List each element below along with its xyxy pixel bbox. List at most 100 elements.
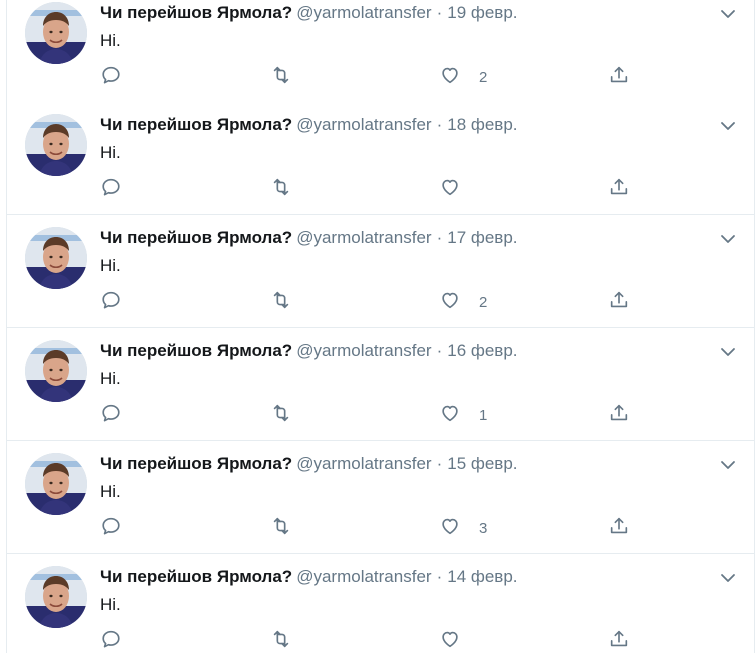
reply-button[interactable] bbox=[100, 290, 122, 314]
retweet-button[interactable] bbox=[270, 290, 292, 314]
share-icon bbox=[608, 515, 630, 542]
like-count: 1 bbox=[479, 406, 488, 424]
retweet-button[interactable] bbox=[270, 65, 292, 89]
tweet-header: Чи перейшов Ярмола? @yarmolatransfer · 16 ф… bbox=[100, 340, 518, 362]
chevron-down-icon[interactable] bbox=[720, 570, 736, 582]
reply-button[interactable] bbox=[100, 403, 122, 427]
timestamp[interactable]: 16 февр. bbox=[447, 341, 517, 360]
tweet[interactable]: Чи перейшов Ярмола? @yarmolatransfer · 18 ф… bbox=[7, 102, 754, 215]
reply-icon bbox=[100, 402, 122, 429]
reply-button[interactable] bbox=[100, 65, 122, 89]
separator: · bbox=[436, 567, 443, 586]
tweet-text: Hi. bbox=[100, 256, 121, 275]
separator: · bbox=[436, 454, 443, 473]
retweet-icon bbox=[270, 402, 292, 429]
like-button[interactable] bbox=[439, 177, 479, 201]
like-button[interactable]: 2 bbox=[439, 290, 487, 314]
avatar[interactable] bbox=[25, 453, 87, 515]
avatar[interactable] bbox=[25, 2, 87, 64]
retweet-icon bbox=[270, 64, 292, 91]
share-icon bbox=[608, 176, 630, 203]
retweet-button[interactable] bbox=[270, 177, 292, 201]
display-name[interactable]: Чи перейшов Ярмола? bbox=[100, 341, 292, 360]
handle[interactable]: @yarmolatransfer bbox=[296, 115, 431, 134]
tweet[interactable]: Чи перейшов Ярмола? @yarmolatransfer · 16 ф… bbox=[7, 328, 754, 441]
avatar[interactable] bbox=[25, 340, 87, 402]
tweet-actions bbox=[100, 177, 700, 201]
handle[interactable]: @yarmolatransfer bbox=[296, 228, 431, 247]
retweet-button[interactable] bbox=[270, 403, 292, 427]
retweet-icon bbox=[270, 176, 292, 203]
retweet-icon bbox=[270, 628, 292, 653]
handle[interactable]: @yarmolatransfer bbox=[296, 341, 431, 360]
timestamp[interactable]: 19 февр. bbox=[447, 3, 517, 22]
chevron-down-icon[interactable] bbox=[720, 457, 736, 469]
tweet[interactable]: Чи перейшов Ярмола? @yarmolatransfer · 17 ф… bbox=[7, 215, 754, 328]
like-button[interactable]: 1 bbox=[439, 403, 487, 427]
share-icon bbox=[608, 289, 630, 316]
chevron-down-icon[interactable] bbox=[720, 118, 736, 130]
tweet[interactable]: Чи перейшов Ярмола? @yarmolatransfer · 14 ф… bbox=[7, 554, 754, 653]
like-count: 2 bbox=[479, 68, 488, 86]
separator: · bbox=[436, 341, 443, 360]
display-name[interactable]: Чи перейшов Ярмола? bbox=[100, 567, 292, 586]
timestamp[interactable]: 17 февр. bbox=[447, 228, 517, 247]
tweet-actions: 2 bbox=[100, 290, 700, 314]
reply-button[interactable] bbox=[100, 629, 122, 653]
retweet-button[interactable] bbox=[270, 629, 292, 653]
timestamp[interactable]: 18 февр. bbox=[447, 115, 517, 134]
chevron-down-icon[interactable] bbox=[720, 344, 736, 356]
tweet-actions: 3 bbox=[100, 516, 700, 540]
heart-icon bbox=[439, 402, 461, 429]
reply-button[interactable] bbox=[100, 177, 122, 201]
tweet-header: Чи перейшов Ярмола? @yarmolatransfer · 17 ф… bbox=[100, 227, 518, 249]
avatar[interactable] bbox=[25, 114, 87, 176]
like-count: 2 bbox=[479, 293, 488, 311]
timestamp[interactable]: 14 февр. bbox=[447, 567, 517, 586]
like-button[interactable]: 3 bbox=[439, 516, 487, 540]
tweet-text: Hi. bbox=[100, 482, 121, 501]
retweet-button[interactable] bbox=[270, 516, 292, 540]
tweet-actions: 2 bbox=[100, 65, 700, 89]
share-icon bbox=[608, 628, 630, 653]
tweet-header: Чи перейшов Ярмола? @yarmolatransfer · 15 ф… bbox=[100, 453, 518, 475]
reply-icon bbox=[100, 176, 122, 203]
heart-icon bbox=[439, 64, 461, 91]
like-button[interactable] bbox=[439, 629, 479, 653]
display-name[interactable]: Чи перейшов Ярмола? bbox=[100, 3, 292, 22]
share-button[interactable] bbox=[608, 177, 630, 201]
timeline: Чи перейшов Ярмола? @yarmolatransfer · 19 ф… bbox=[6, 0, 755, 653]
share-button[interactable] bbox=[608, 290, 630, 314]
separator: · bbox=[436, 115, 443, 134]
share-button[interactable] bbox=[608, 629, 630, 653]
avatar[interactable] bbox=[25, 227, 87, 289]
display-name[interactable]: Чи перейшов Ярмола? bbox=[100, 115, 292, 134]
retweet-icon bbox=[270, 289, 292, 316]
reply-icon bbox=[100, 628, 122, 653]
handle[interactable]: @yarmolatransfer bbox=[296, 3, 431, 22]
display-name[interactable]: Чи перейшов Ярмола? bbox=[100, 228, 292, 247]
share-button[interactable] bbox=[608, 403, 630, 427]
like-count: 3 bbox=[479, 519, 488, 537]
avatar[interactable] bbox=[25, 566, 87, 628]
tweet-header: Чи перейшов Ярмола? @yarmolatransfer · 14 ф… bbox=[100, 566, 518, 588]
display-name[interactable]: Чи перейшов Ярмола? bbox=[100, 454, 292, 473]
tweet-text: Hi. bbox=[100, 595, 121, 614]
separator: · bbox=[436, 3, 443, 22]
timestamp[interactable]: 15 февр. bbox=[447, 454, 517, 473]
handle[interactable]: @yarmolatransfer bbox=[296, 567, 431, 586]
chevron-down-icon[interactable] bbox=[720, 231, 736, 243]
reply-button[interactable] bbox=[100, 516, 122, 540]
tweet[interactable]: Чи перейшов Ярмола? @yarmolatransfer · 15 ф… bbox=[7, 441, 754, 554]
tweet-header: Чи перейшов Ярмола? @yarmolatransfer · 19 ф… bbox=[100, 2, 518, 24]
share-button[interactable] bbox=[608, 516, 630, 540]
share-button[interactable] bbox=[608, 65, 630, 89]
handle[interactable]: @yarmolatransfer bbox=[296, 454, 431, 473]
heart-icon bbox=[439, 289, 461, 316]
tweet[interactable]: Чи перейшов Ярмола? @yarmolatransfer · 19 ф… bbox=[7, 0, 754, 103]
chevron-down-icon[interactable] bbox=[720, 6, 736, 18]
share-icon bbox=[608, 402, 630, 429]
like-button[interactable]: 2 bbox=[439, 65, 487, 89]
heart-icon bbox=[439, 628, 461, 653]
tweet-header: Чи перейшов Ярмола? @yarmolatransfer · 18 ф… bbox=[100, 114, 518, 136]
